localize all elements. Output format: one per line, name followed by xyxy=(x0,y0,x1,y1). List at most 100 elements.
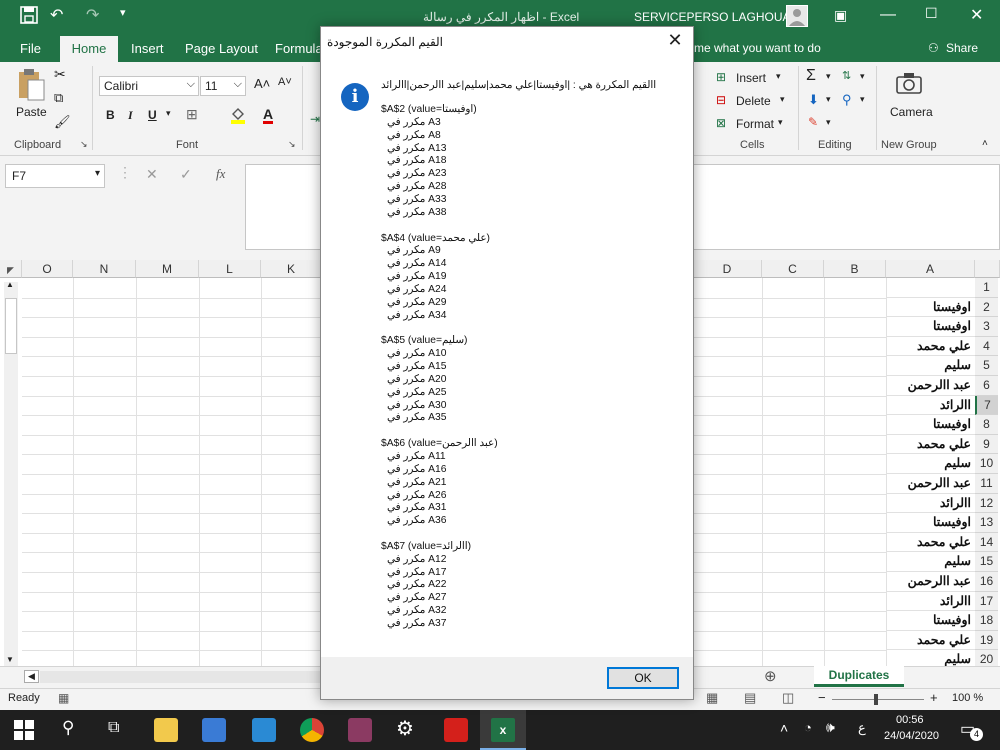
undo-icon[interactable]: ↶ xyxy=(50,5,63,25)
input-language[interactable]: ع xyxy=(858,720,866,736)
vertical-scrollbar[interactable]: ▲ ▼ xyxy=(4,280,18,666)
row-header[interactable]: 15 xyxy=(975,552,998,572)
cancel-entry-icon[interactable]: ✕ xyxy=(146,166,158,183)
cell-a[interactable]: االرائد xyxy=(886,396,975,416)
row-header[interactable]: 17 xyxy=(975,591,998,612)
font-size-field[interactable]: 11 ⌵ xyxy=(200,76,246,96)
column-header[interactable]: O xyxy=(22,260,73,278)
cell-a[interactable]: اوفيستا xyxy=(886,611,975,631)
underline-button[interactable]: U xyxy=(148,108,157,122)
fill-icon[interactable]: ⬇ xyxy=(808,92,819,108)
delete-cells-icon[interactable]: ⊟ xyxy=(716,93,726,107)
cell-a[interactable]: سليم xyxy=(886,552,975,572)
fill-color-icon[interactable] xyxy=(230,106,246,127)
camera-icon[interactable] xyxy=(896,72,922,97)
find-select-icon[interactable]: ⚲ xyxy=(842,92,852,108)
select-all-corner[interactable]: ◤ xyxy=(0,260,22,278)
clipboard-launcher-icon[interactable]: ↘ xyxy=(80,139,88,150)
tab-home[interactable]: Home xyxy=(60,36,118,62)
row-header[interactable]: 11 xyxy=(975,474,998,494)
chevron-down-icon[interactable]: ▾ xyxy=(860,94,865,105)
dialog-close-icon[interactable]: ✕ xyxy=(665,30,685,51)
column-header[interactable]: D xyxy=(693,260,762,278)
cell-a[interactable]: اوفيستا xyxy=(886,298,975,318)
pdf-reader-icon[interactable] xyxy=(444,718,468,742)
ribbon-display-icon[interactable]: ▣ xyxy=(834,7,847,24)
insert-cells-icon[interactable]: ⊞ xyxy=(716,70,726,84)
cell-a[interactable]: اوفيستا xyxy=(886,317,975,337)
cell-a[interactable]: عبد االرحمن xyxy=(886,572,975,592)
column-header[interactable]: A xyxy=(886,260,975,278)
user-avatar-icon[interactable] xyxy=(786,5,808,27)
share-button[interactable]: Share xyxy=(946,41,978,55)
chevron-down-icon[interactable]: ▾ xyxy=(826,117,831,128)
column-header[interactable]: M xyxy=(136,260,199,278)
camera-button[interactable]: Camera xyxy=(890,105,933,119)
cell-a[interactable]: علي محمد xyxy=(886,533,975,553)
insert-cells-button[interactable]: Insert xyxy=(736,71,766,85)
bold-button[interactable]: B xyxy=(106,108,115,122)
borders-icon[interactable]: ⊞ xyxy=(186,106,198,123)
cell-a[interactable]: االرائد xyxy=(886,494,975,514)
format-cells-icon[interactable]: ⊠ xyxy=(716,116,726,130)
row-header[interactable]: 6 xyxy=(975,376,998,396)
redo-icon[interactable]: ↷ xyxy=(86,5,99,25)
cell-a[interactable]: اوفيستا xyxy=(886,415,975,435)
save-icon[interactable] xyxy=(20,6,38,29)
cut-icon[interactable]: ✂ xyxy=(54,66,66,83)
clock-date[interactable]: 24/04/2020 xyxy=(884,730,939,742)
row-header[interactable]: 13 xyxy=(975,513,998,533)
sheet-tab-duplicates[interactable]: Duplicates xyxy=(814,666,904,687)
format-painter-icon[interactable]: 🖌 xyxy=(54,114,71,130)
search-icon[interactable]: ⚲ xyxy=(62,718,74,738)
row-header[interactable]: 2 xyxy=(975,297,998,318)
tab-file[interactable]: File xyxy=(20,41,41,56)
cell-a[interactable]: سليم xyxy=(886,454,975,474)
row-header[interactable]: 18 xyxy=(975,611,998,631)
customize-qa-icon[interactable]: ▾ xyxy=(120,6,126,19)
insert-function-button[interactable]: fx xyxy=(216,166,225,182)
font-color-icon[interactable]: A xyxy=(263,106,274,124)
name-box[interactable]: F7 ▾ xyxy=(5,164,105,188)
cell-a[interactable]: علي محمد xyxy=(886,435,975,455)
zoom-in-icon[interactable]: + xyxy=(930,690,938,705)
row-header[interactable]: 19 xyxy=(975,630,998,651)
autosum-icon[interactable]: Σ xyxy=(806,67,816,85)
chevron-down-icon[interactable]: ▾ xyxy=(826,71,831,82)
task-view-icon[interactable]: ⧉ xyxy=(108,719,119,737)
align-icon[interactable]: ⇥ xyxy=(310,112,320,126)
page-layout-view-icon[interactable]: ▤ xyxy=(744,690,756,706)
scrollbar-thumb[interactable] xyxy=(5,298,17,354)
tab-insert[interactable]: Insert xyxy=(131,41,164,56)
decrease-font-icon[interactable]: A˅ xyxy=(278,76,292,88)
windows-start-icon[interactable] xyxy=(14,720,34,743)
column-header[interactable]: L xyxy=(199,260,261,278)
minimize-icon[interactable]: — xyxy=(880,6,896,24)
chevron-down-icon[interactable]: ▾ xyxy=(780,94,785,105)
cell-a[interactable]: اوفيستا xyxy=(886,513,975,533)
clock-time[interactable]: 00:56 xyxy=(896,714,924,726)
zoom-out-icon[interactable]: − xyxy=(818,690,826,705)
zoom-level[interactable]: 100 % xyxy=(952,692,983,704)
horizontal-scrollbar[interactable] xyxy=(40,671,320,683)
excel-taskbar-button[interactable]: x xyxy=(480,710,526,750)
chevron-down-icon[interactable]: ▾ xyxy=(826,94,831,105)
row-header[interactable]: 16 xyxy=(975,572,998,592)
cell-a[interactable]: عبد االرحمن xyxy=(886,376,975,396)
network-icon[interactable]: ◔ xyxy=(804,720,812,735)
row-header[interactable]: 14 xyxy=(975,532,998,553)
chevron-down-icon[interactable]: ▾ xyxy=(860,71,865,82)
italic-button[interactable]: I xyxy=(128,108,133,123)
page-break-view-icon[interactable]: ◫ xyxy=(782,690,794,706)
format-cells-button[interactable]: Format xyxy=(736,117,774,131)
select-all-corner-right[interactable] xyxy=(975,260,1000,278)
tell-me-search[interactable]: me what you want to do xyxy=(694,41,821,55)
clear-icon[interactable]: ✎ xyxy=(808,115,818,129)
row-header[interactable]: 9 xyxy=(975,434,998,455)
column-header[interactable]: C xyxy=(762,260,824,278)
cell-a[interactable]: علي محمد xyxy=(886,631,975,651)
column-header[interactable]: K xyxy=(261,260,322,278)
zoom-slider[interactable] xyxy=(832,699,924,700)
font-name-field[interactable]: Calibri ⌵ xyxy=(99,76,199,96)
chrome-icon[interactable] xyxy=(300,718,324,742)
